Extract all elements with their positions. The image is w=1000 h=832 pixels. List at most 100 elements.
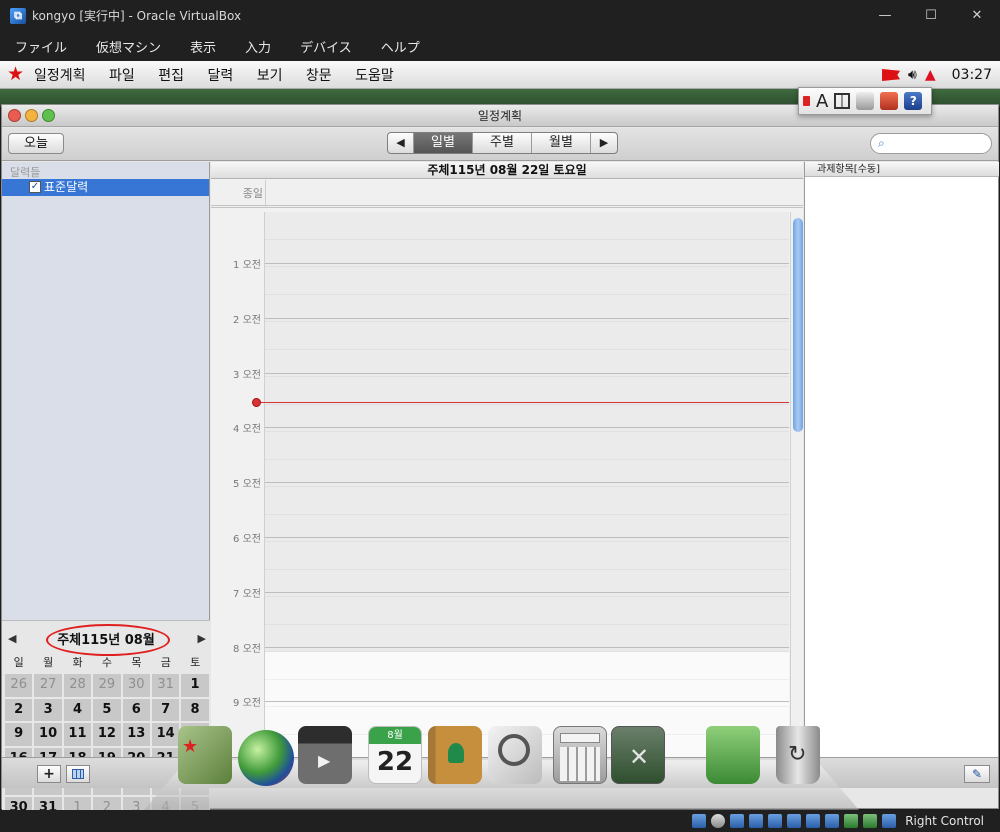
ime-tool-icon[interactable] [856,92,875,110]
mini-cal-day[interactable]: 27 [33,673,63,698]
close-window-button[interactable] [8,109,21,122]
calendar-checkbox[interactable]: ✓ [29,181,41,193]
menu-machine[interactable]: 仮想マシン [81,37,175,56]
dock-trash-icon[interactable] [776,726,820,784]
menu-view[interactable]: 表示 [175,37,230,56]
shared-folders-icon[interactable] [787,814,802,828]
guest-menu-file[interactable]: 파일 [109,68,135,84]
dock-video-player-icon[interactable] [298,726,352,784]
dock-app-notebook-icon[interactable] [178,726,232,784]
minimize-button[interactable]: — [862,0,908,31]
mini-cal-day[interactable]: 6 [121,697,151,722]
menu-devices[interactable]: デバイス [285,37,366,56]
maximize-button[interactable]: ☐ [908,0,954,31]
hour-label: 9 오전 [233,698,261,710]
guest-menu-calendar[interactable]: 달력 [207,68,233,84]
ime-handle-icon[interactable] [803,96,810,106]
dock-browser-icon[interactable] [238,730,294,786]
dock-folder-icon[interactable] [706,726,760,784]
show-calendar-grid-button[interactable] [66,765,90,783]
mini-cal-day[interactable]: 9 [4,722,34,747]
ime-layout-icon[interactable] [834,93,851,109]
usb-icon[interactable] [768,814,783,828]
hour-label: 5 오전 [233,479,261,491]
vbox-menubar: ファイル 仮想マシン 表示 入力 デバイス ヘルプ [0,31,1000,61]
mini-cal-day[interactable]: 31 [150,673,181,698]
ime-help-icon[interactable]: ? [904,92,923,110]
scrollbar-thumb[interactable] [793,218,803,432]
day-scrollbar[interactable] [790,212,803,758]
mini-cal-day[interactable]: 30 [121,673,151,698]
mini-cal-day[interactable]: 14 [150,722,181,747]
guest-menu-edit[interactable]: 편집 [158,68,184,84]
network-icon[interactable] [749,814,764,828]
guest-menu-view[interactable]: 보기 [257,68,283,84]
view-switcher: ◀ 일별 주별 월별 ▶ [387,132,618,154]
dock-image-viewer-icon[interactable] [488,726,542,784]
calculator-screen [560,733,600,743]
menu-help[interactable]: ヘルプ [366,37,434,56]
tab-week[interactable]: 주별 [473,133,532,153]
mini-cal-day[interactable]: 13 [121,722,151,747]
calendar-item-label: 표준달력 [44,180,89,194]
next-day-button[interactable]: ▶ [591,133,617,153]
today-button[interactable]: 오늘 [8,133,64,154]
dock-calendar-icon[interactable]: 8월 22 [368,726,422,784]
mini-cal-day[interactable]: 8 [180,697,210,722]
hour-line [265,701,789,703]
tasks-column-header[interactable]: 과제항목[수동] [805,162,999,177]
add-calendar-button[interactable]: + [37,765,61,783]
guest-menu-window[interactable]: 창문 [306,68,332,84]
weekday-label: 수 [101,656,113,669]
mini-cal-day[interactable]: 10 [33,722,63,747]
volume-icon[interactable]: 🔊︎ [908,67,917,83]
flag-icon[interactable] [882,69,901,81]
app-toolbar: 오늘 ◀ 일별 주별 월별 ▶ ⌕ [2,128,998,161]
display-icon[interactable] [806,814,821,828]
mini-cal-day[interactable]: 7 [150,697,181,722]
mini-cal-day[interactable]: 1 [180,673,210,698]
ime-settings-icon[interactable] [880,92,899,110]
dock-calculator-icon[interactable] [553,726,607,784]
menu-input[interactable]: 入力 [230,37,285,56]
mini-cal-day[interactable]: 29 [92,673,122,698]
menu-file[interactable]: ファイル [0,37,81,56]
recording-icon[interactable] [825,814,840,828]
search-input[interactable]: ⌕ [870,133,992,154]
calendar-item-standard[interactable]: ✓ 표준달력 [2,179,209,196]
mini-cal-next-button[interactable]: ▶ [198,632,206,645]
red-star-icon[interactable]: ★ [7,65,24,84]
hour-label: 3 오전 [233,369,261,381]
close-button[interactable]: ✕ [954,0,1000,31]
hard-disk-icon[interactable] [692,814,707,828]
ime-mode-icon[interactable]: A [816,91,828,112]
audio-icon[interactable] [730,814,745,828]
mini-cal-day[interactable]: 2 [4,697,34,722]
cpu-activity-icon[interactable] [844,814,859,828]
hour-line [265,591,789,593]
mini-cal-day[interactable]: 11 [62,722,93,747]
keyboard-icon[interactable] [882,814,897,828]
mouse-integration-icon[interactable] [863,814,878,828]
mini-cal-day[interactable]: 4 [62,697,93,722]
tab-day[interactable]: 일별 [414,133,473,153]
all-day-row[interactable]: 종일 [211,180,803,208]
minimize-window-button[interactable] [25,109,38,122]
guest-menu-help[interactable]: 도움말 [355,68,394,84]
mini-cal-day[interactable]: 5 [92,697,122,722]
mini-cal-day[interactable]: 28 [62,673,93,698]
clock[interactable]: 03:27 [952,67,992,83]
mini-cal-day[interactable]: 12 [92,722,122,747]
hour-grid[interactable]: 1 오전 2 오전 3 오전 4 오전 5 오전 6 오전 7 오전 8 오전 9 오전 [211,212,789,758]
flame-icon[interactable]: ▲ [925,67,936,83]
tab-month[interactable]: 월별 [532,133,591,153]
pin-button[interactable]: ✎ [964,765,990,783]
mini-cal-day[interactable]: 26 [4,673,34,698]
dock-address-book-icon[interactable] [428,726,482,784]
guest-menu-app[interactable]: 일정계획 [34,68,86,84]
dock-system-tools-icon[interactable] [611,726,665,784]
zoom-window-button[interactable] [42,109,55,122]
mini-cal-day[interactable]: 3 [33,697,63,722]
prev-day-button[interactable]: ◀ [388,133,414,153]
optical-drive-icon[interactable] [711,814,726,828]
